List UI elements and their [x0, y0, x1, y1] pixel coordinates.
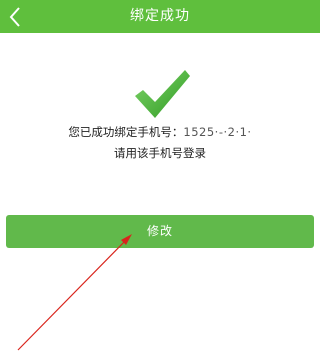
modify-button[interactable]: 修改	[6, 215, 314, 248]
login-hint: 请用该手机号登录	[114, 146, 206, 160]
success-message-text: 您已成功绑定手机号：	[68, 125, 184, 139]
page-title: 绑定成功	[130, 8, 190, 24]
annotation-arrow	[17, 234, 132, 351]
phone-number: 1525·-·2·1·	[183, 125, 252, 139]
check-icon	[135, 70, 190, 118]
title-bar: 绑定成功	[0, 0, 320, 33]
success-message: 您已成功绑定手机号：1525·-·2·1·	[0, 124, 320, 140]
